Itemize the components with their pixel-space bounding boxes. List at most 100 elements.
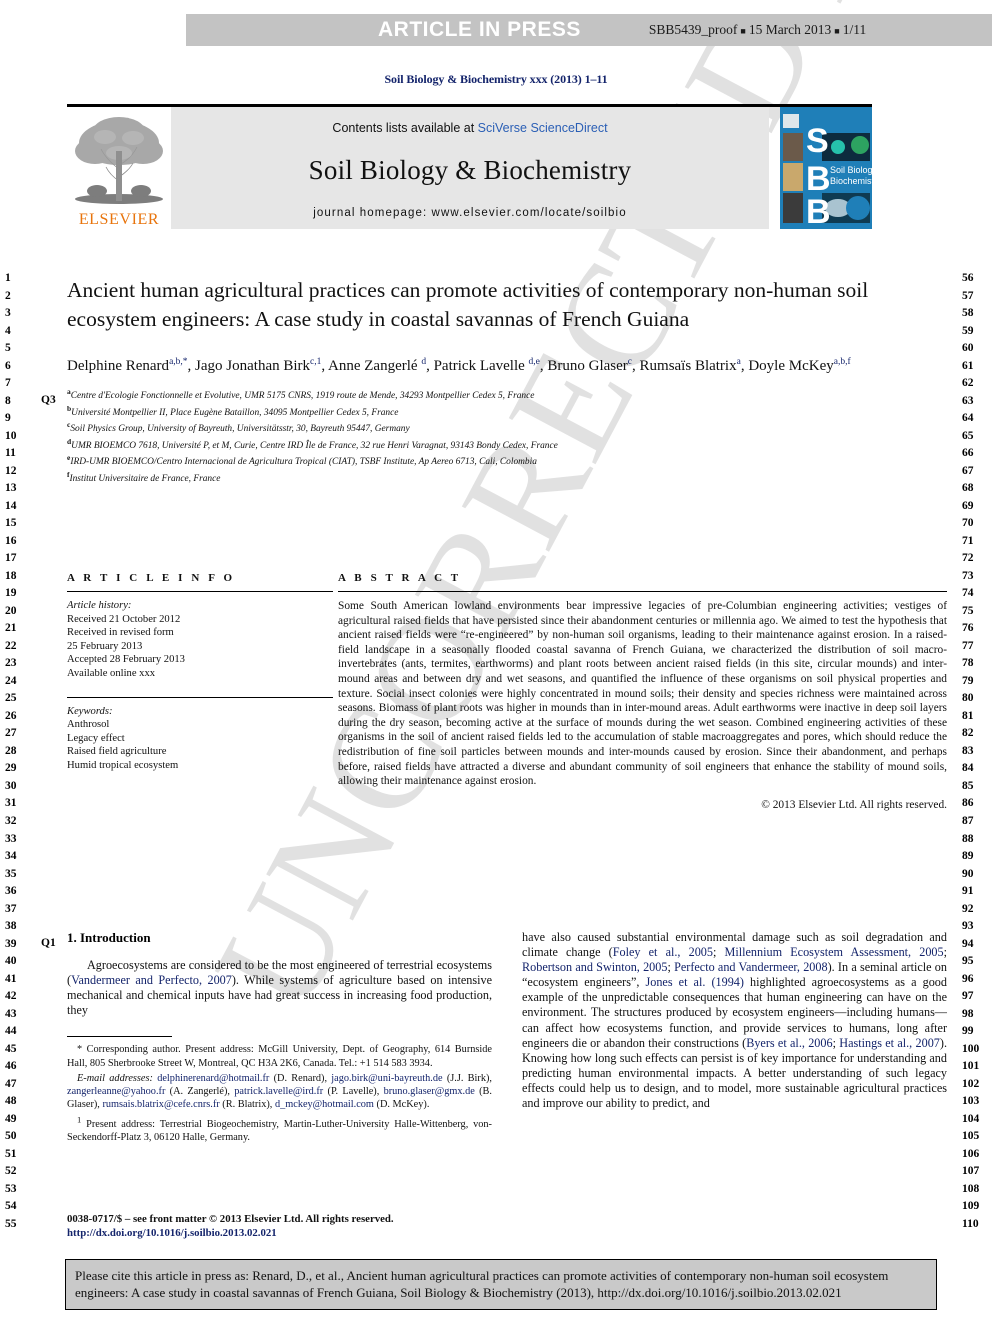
- author-list: Delphine Renarda,b,*, Jago Jonathan Birk…: [67, 357, 851, 374]
- keywords-rule: [67, 696, 333, 698]
- article-info-rule: [67, 591, 333, 592]
- line-number: 30: [5, 779, 17, 792]
- article-history-item: Available online xxx: [67, 667, 156, 679]
- line-number: 11: [5, 447, 16, 460]
- article-in-press-label: ARTICLE IN PRESS: [378, 18, 581, 41]
- line-number: 8: [5, 394, 11, 407]
- info-abstract-block: A R T I C L E I N F O Article history: R…: [67, 572, 947, 811]
- journal-title: Soil Biology & Biochemistry: [308, 155, 632, 185]
- line-number: 15: [5, 517, 17, 530]
- affiliation-item: dUMR BIOEMCO 7618, Université P, et M, C…: [67, 436, 558, 451]
- line-number: 12: [5, 464, 17, 477]
- line-number: 83: [962, 744, 974, 757]
- affiliation-marker: c: [67, 420, 71, 430]
- line-number: 78: [962, 657, 974, 670]
- line-number: 14: [5, 499, 17, 512]
- proof-date: 15 March 2013: [748, 22, 832, 37]
- line-number: 6: [5, 359, 11, 372]
- affiliation-item: eIRD-UMR BIOEMCO/Centro Internacional de…: [67, 453, 537, 468]
- body-columns: 1. Introduction Agroecosystems are consi…: [67, 930, 947, 1146]
- line-number: 85: [962, 779, 974, 792]
- line-number: 26: [5, 709, 17, 722]
- line-number: 9: [5, 412, 11, 425]
- line-number: 62: [962, 377, 974, 390]
- affiliation-marker: e: [67, 453, 71, 463]
- svg-text:S: S: [806, 122, 829, 160]
- query-marker-q3[interactable]: Q3: [41, 394, 56, 406]
- line-number: 36: [5, 885, 17, 898]
- line-number: 32: [5, 814, 17, 827]
- line-number: 81: [962, 709, 974, 722]
- line-number: 95: [962, 955, 974, 968]
- line-number: 106: [962, 1147, 980, 1160]
- line-numbers-right: 56 57 58 59 60 61 62 63 64 65 66 67 68 69 70 71 72 73 74 75…: [962, 270, 992, 1233]
- line-number: 102: [962, 1077, 980, 1090]
- line-number: 34: [5, 850, 17, 863]
- proof-stamp: SBB5439_proof ■ 15 March 2013 ■ 1/11: [649, 22, 866, 38]
- svg-text:B: B: [806, 193, 831, 229]
- line-number: 7: [5, 377, 11, 390]
- line-number: 31: [5, 797, 17, 810]
- footnote-present-address: 1 Present address: Terrestrial Biogeoche…: [67, 1114, 492, 1144]
- query-marker-q1[interactable]: Q1: [41, 937, 56, 949]
- line-number: 88: [962, 832, 974, 845]
- line-number: 63: [962, 394, 974, 407]
- journal-cover-art: S B B Soil Biology & Biochemistry: [780, 107, 872, 229]
- article-info-column: A R T I C L E I N F O Article history: R…: [67, 572, 333, 811]
- line-number: 27: [5, 727, 17, 740]
- affiliation-list: aCentre d'Ecologie Fonctionnelle et Evol…: [67, 386, 947, 485]
- separator-square-icon: ■: [740, 25, 746, 36]
- elsevier-logo: ELSEVIER: [67, 107, 171, 229]
- line-number: 71: [962, 534, 974, 547]
- article-history-items: Received 21 October 2012 Received in revi…: [67, 613, 333, 681]
- affiliation-marker: f: [67, 469, 70, 479]
- affiliation-item: cSoil Physics Group, University of Bayre…: [67, 420, 410, 435]
- line-number: 90: [962, 867, 974, 880]
- journal-homepage-line[interactable]: journal homepage: www.elsevier.com/locat…: [171, 207, 769, 219]
- article-head: Ancient human agricultural practices can…: [67, 276, 947, 485]
- line-number: 97: [962, 990, 974, 1003]
- line-number: 98: [962, 1007, 974, 1020]
- line-number: 57: [962, 289, 974, 302]
- citation-box: Please cite this article in press as: Re…: [65, 1259, 937, 1310]
- line-number: 80: [962, 692, 974, 705]
- line-number: 25: [5, 692, 17, 705]
- masthead-center-panel: Contents lists available at SciVerse Sci…: [171, 107, 769, 229]
- keyword-item: Legacy effect: [67, 732, 125, 744]
- sciencedirect-link[interactable]: SciVerse ScienceDirect: [478, 121, 608, 135]
- contents-available-line: Contents lists available at SciVerse Sci…: [171, 121, 769, 135]
- body-column-left: 1. Introduction Agroecosystems are consi…: [67, 930, 492, 1146]
- line-number: 100: [962, 1042, 980, 1055]
- abstract-column: A B S T R A C T Some South American lowl…: [338, 572, 947, 811]
- line-number: 89: [962, 850, 974, 863]
- line-number: 47: [5, 1077, 17, 1090]
- line-number: 29: [5, 762, 17, 775]
- line-number: 105: [962, 1130, 980, 1143]
- article-info-heading: A R T I C L E I N F O: [67, 572, 236, 584]
- line-number: 82: [962, 727, 974, 740]
- elsevier-tree-icon: [75, 117, 163, 204]
- line-number: 5: [5, 342, 11, 355]
- line-number: 67: [962, 464, 974, 477]
- article-history-item: Accepted 28 February 2013: [67, 654, 185, 666]
- issn-line: 0038-0717/$ – see front matter © 2013 El…: [67, 1213, 394, 1225]
- line-number: 72: [962, 552, 974, 565]
- line-number: 76: [962, 622, 974, 635]
- line-number: 58: [962, 307, 974, 320]
- article-history-item: Received 21 October 2012: [67, 613, 181, 625]
- line-number: 86: [962, 797, 974, 810]
- separator-square-icon: ■: [834, 25, 840, 36]
- intro-paragraph-left: Agroecosystems are considered to be the …: [67, 958, 493, 1018]
- line-number: 60: [962, 342, 974, 355]
- line-number: 52: [5, 1165, 17, 1178]
- doi-link[interactable]: http://dx.doi.org/10.1016/j.soilbio.2013…: [67, 1226, 527, 1240]
- line-number: 69: [962, 499, 974, 512]
- line-number: 92: [962, 902, 974, 915]
- body-column-right: have also caused substantial environment…: [522, 930, 947, 1146]
- keywords-block: Keywords: Anthrosol Legacy effect Raised f…: [67, 705, 333, 773]
- abstract-text: Some South American lowland environments…: [338, 600, 947, 788]
- line-number: 94: [962, 937, 974, 950]
- line-number: 59: [962, 324, 974, 337]
- article-history: Article history: Received 21 October 201…: [67, 599, 333, 681]
- line-number: 23: [5, 657, 17, 670]
